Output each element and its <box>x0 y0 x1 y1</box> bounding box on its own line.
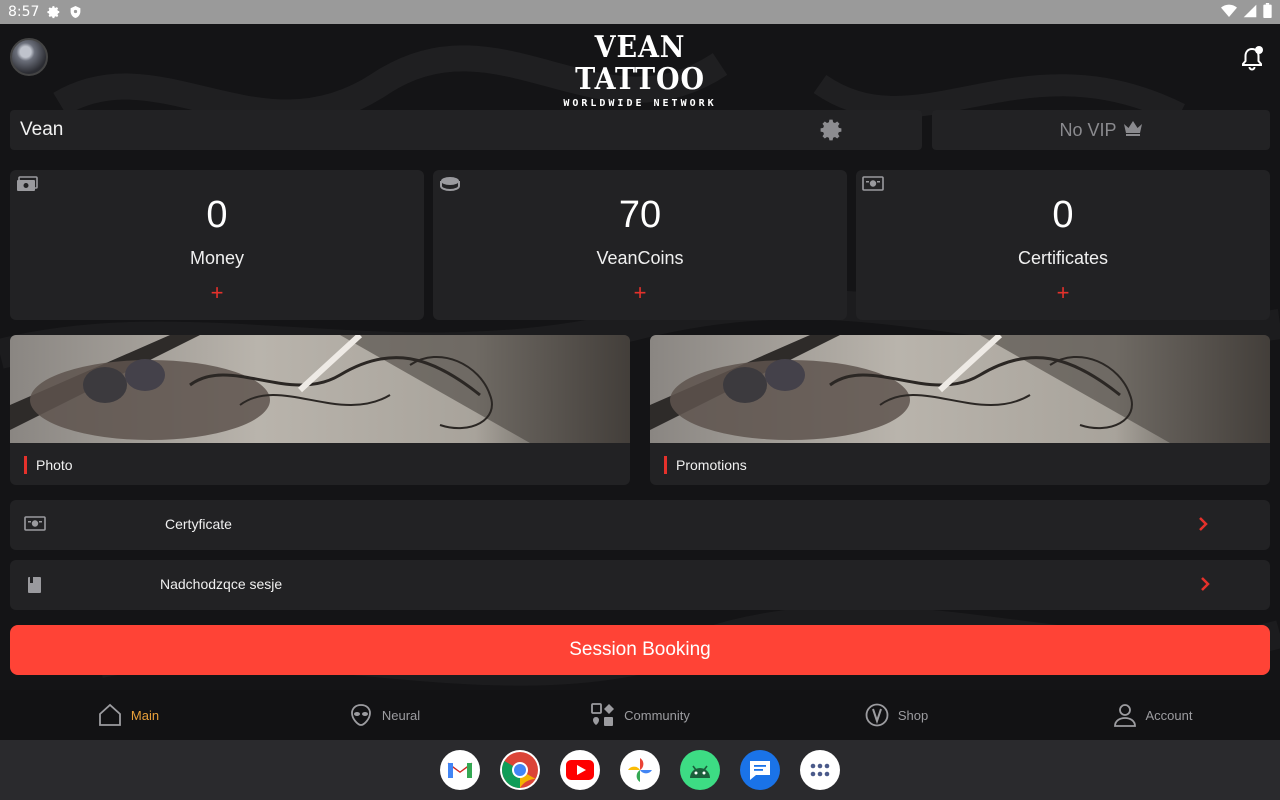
nav-shop[interactable]: Shop <box>768 690 1024 740</box>
person-icon <box>1113 704 1136 727</box>
nav-neural[interactable]: Neural <box>256 690 512 740</box>
money-label: Money <box>189 248 245 268</box>
app-header: VEAN TATTOO WORLDWIDE NETWORK <box>0 24 1280 110</box>
cash-icon <box>16 176 38 192</box>
avatar[interactable] <box>10 38 48 76</box>
certificate-row[interactable]: Certyficate <box>10 500 1270 550</box>
tattoo-drawing-image <box>10 335 630 443</box>
veancoins-value: 70 <box>618 194 662 236</box>
chevron-right-icon <box>1196 514 1210 534</box>
certificates-stat-card[interactable]: 0 Certificates + <box>856 170 1270 320</box>
youtube-app-icon[interactable] <box>560 750 600 790</box>
promotions-label-text: Promotions <box>676 457 747 473</box>
brand-logo: VEAN TATTOO WORLDWIDE NETWORK <box>540 30 740 110</box>
nav-account-label: Account <box>1145 707 1193 723</box>
community-icon <box>591 703 615 726</box>
money-value: 0 <box>206 194 228 236</box>
certificate-icon <box>862 176 884 192</box>
photos-app-icon[interactable] <box>620 750 660 790</box>
app-drawer-icon[interactable] <box>800 750 840 790</box>
vip-status-label: No VIP <box>1059 119 1117 140</box>
add-veancoins-button[interactable]: + <box>433 282 847 304</box>
gear-icon[interactable] <box>820 118 844 142</box>
promotions-card-label: Promotions <box>664 456 747 474</box>
photo-card[interactable]: Photo <box>10 335 630 485</box>
nav-shop-label: Shop <box>897 707 929 723</box>
crown-icon <box>1123 120 1143 141</box>
add-certificates-button[interactable]: + <box>856 282 1270 304</box>
veancoins-label: VeanCoins <box>596 248 684 268</box>
coins-icon <box>439 176 461 192</box>
upcoming-sessions-label: Nadchodzqce sesje <box>160 576 283 592</box>
home-icon <box>99 703 121 726</box>
app-screen: VEAN TATTOO WORLDWIDE NETWORK Vean No VI… <box>0 24 1280 740</box>
add-money-button[interactable]: + <box>10 282 424 304</box>
promotions-card[interactable]: Promotions <box>650 335 1270 485</box>
certificates-value: 0 <box>1052 194 1074 236</box>
status-time: 8:57 <box>8 4 40 20</box>
signal-icon <box>1243 4 1257 21</box>
vip-status-button[interactable]: No VIP <box>932 110 1270 150</box>
certificate-icon <box>24 516 46 534</box>
money-stat-card[interactable]: 0 Money + <box>10 170 424 320</box>
messages-app-icon[interactable] <box>740 750 780 790</box>
settings-gear-status-icon <box>47 5 61 19</box>
nav-main-label: Main <box>130 707 160 723</box>
profile-name-bar: Vean <box>10 110 922 150</box>
battery-icon <box>1263 3 1272 21</box>
chevron-right-icon <box>1198 574 1212 594</box>
photo-card-label: Photo <box>24 456 73 474</box>
android-studio-app-icon[interactable] <box>680 750 720 790</box>
notification-bell-icon[interactable] <box>1238 44 1266 72</box>
certificates-label: Certificates <box>1017 248 1109 268</box>
shop-v-icon <box>865 703 889 727</box>
chrome-app-icon[interactable] <box>500 750 540 790</box>
nav-community-label: Community <box>624 707 690 723</box>
veancoins-stat-card[interactable]: 70 VeanCoins + <box>433 170 847 320</box>
logo-title: VEAN TATTOO <box>575 30 705 97</box>
gmail-app-icon[interactable] <box>440 750 480 790</box>
alien-icon <box>350 704 371 726</box>
certificate-row-label: Certyficate <box>165 516 232 532</box>
system-status-bar: 8:57 <box>0 0 1280 24</box>
system-dock <box>0 740 1280 800</box>
logo-subtitle: WORLDWIDE NETWORK <box>563 98 717 109</box>
shield-status-icon <box>69 5 82 19</box>
photo-label-text: Photo <box>36 457 73 473</box>
bottom-navigation: Main Neural Community Shop Account <box>0 690 1280 740</box>
upcoming-sessions-row[interactable]: Nadchodzqce sesje <box>10 560 1270 610</box>
nav-main[interactable]: Main <box>0 690 256 740</box>
accent-bar <box>664 456 667 474</box>
session-booking-button[interactable]: Session Booking <box>10 625 1270 675</box>
tattoo-drawing-image <box>650 335 1270 443</box>
accent-bar <box>24 456 27 474</box>
profile-name: Vean <box>20 119 64 140</box>
notebook-icon <box>24 576 46 594</box>
nav-neural-label: Neural <box>381 707 421 723</box>
wifi-icon <box>1221 4 1237 21</box>
nav-community[interactable]: Community <box>512 690 768 740</box>
nav-account[interactable]: Account <box>1024 690 1280 740</box>
